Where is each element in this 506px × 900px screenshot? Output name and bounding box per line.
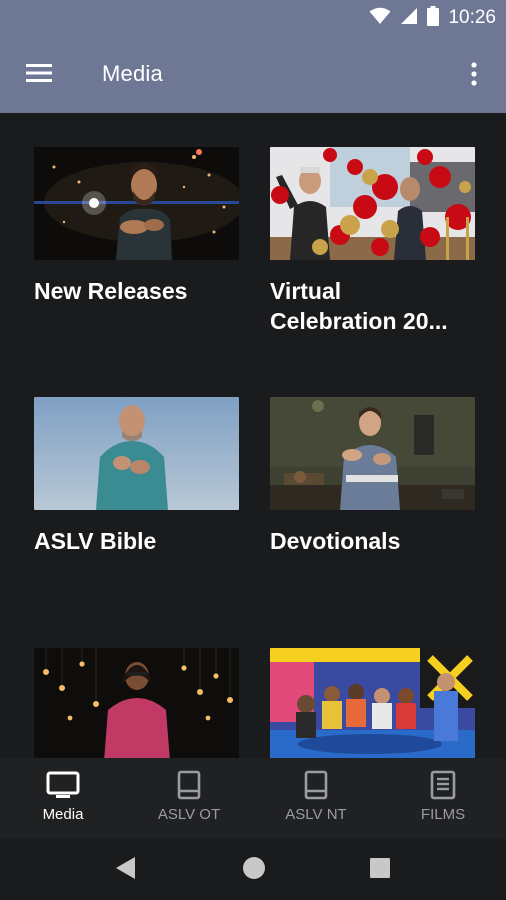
thumbnail-image [34,648,239,758]
media-grid: New Releases Virtual Celebration 20... A… [0,113,506,758]
card-title: Devotionals [270,528,401,554]
media-card[interactable] [270,648,475,758]
status-bar: 10:26 [0,0,506,36]
more-vert-icon[interactable] [462,60,486,88]
thumbnail-image [270,397,475,510]
page-title: Media [102,61,163,86]
book-icon [301,770,331,805]
system-navigation-bar [0,838,506,900]
nav-label: ASLV NT [285,806,347,823]
hamburger-menu-icon[interactable] [24,61,54,85]
thumbnail-image [34,397,239,510]
card-title: Virtual Celebration 20... [270,278,448,334]
nav-item-films[interactable]: FILMS [380,758,506,838]
card-title: ASLV Bible [34,528,157,554]
nav-item-aslv-ot[interactable]: ASLV OT [126,758,252,838]
media-card[interactable]: ASLV Bible [34,397,239,556]
battery-icon [427,5,440,31]
nav-item-media[interactable]: Media [0,758,126,838]
nav-label: Media [42,806,84,823]
signal-icon [400,7,418,30]
nav-label: FILMS [420,806,466,823]
thumbnail-image [34,147,239,260]
wifi-icon [369,7,391,30]
media-card[interactable] [34,648,239,758]
media-card[interactable]: Devotionals [270,397,475,556]
home-icon[interactable] [242,856,266,885]
recents-icon[interactable] [369,856,391,885]
back-icon[interactable] [115,856,137,885]
nav-label: ASLV OT [157,806,221,823]
app-bar: Media [0,36,506,113]
media-card[interactable]: Virtual Celebration 20... [270,147,475,336]
bottom-navigation: Media ASLV OT ASLV NT FILMS [0,758,506,838]
thumbnail-image [270,648,475,758]
media-card[interactable]: New Releases [34,147,239,306]
status-time: 10:26 [448,7,496,28]
nav-item-aslv-nt[interactable]: ASLV NT [253,758,379,838]
tv-icon [46,770,80,805]
film-book-icon [428,770,458,805]
status-icons: 10:26 [369,5,496,31]
card-title: New Releases [34,278,188,304]
book-icon [174,770,204,805]
thumbnail-image [270,147,475,260]
